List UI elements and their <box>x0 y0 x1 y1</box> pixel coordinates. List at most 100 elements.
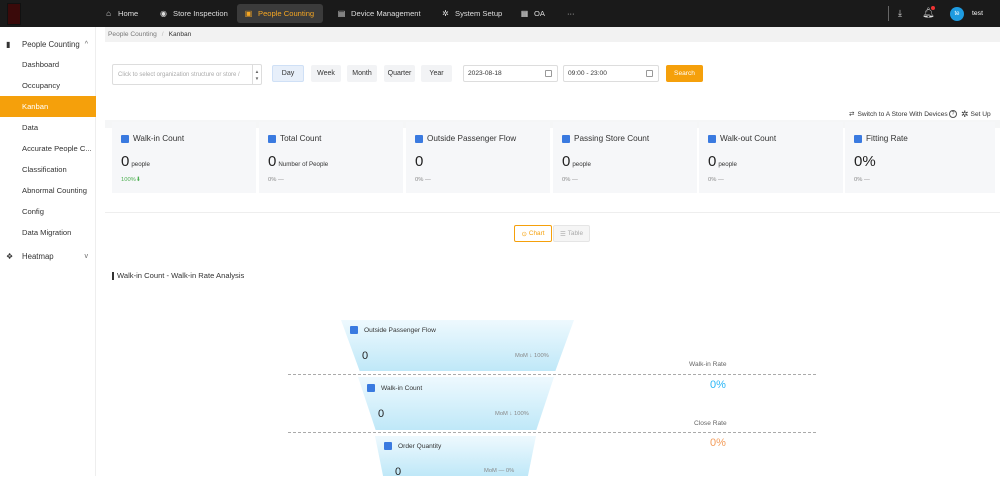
user-name: test <box>972 10 983 17</box>
walk-in-rate-label: Walk-in Rate <box>689 361 727 368</box>
kpi-title: Walk-in Count <box>121 134 184 143</box>
stage-label: Order Quantity <box>384 442 441 450</box>
period-week-button[interactable]: Week <box>311 65 341 82</box>
kpi-value-number: 0 <box>562 153 571 170</box>
analysis-title: Walk-in Count - Walk-in Rate Analysis <box>112 272 244 280</box>
calendar-icon: ▦ <box>520 9 529 18</box>
breadcrumb-parent[interactable]: People Counting <box>108 31 157 38</box>
home-icon: ⌂ <box>106 9 111 18</box>
help-button[interactable]: ? <box>949 109 957 119</box>
people-icon <box>384 442 392 450</box>
stage-value: 0 <box>362 350 369 362</box>
period-day-button[interactable]: Day <box>272 65 304 82</box>
sidebar-item-dashboard[interactable]: Dashboard <box>0 54 96 75</box>
close-rate-label: Close Rate <box>694 420 727 427</box>
kpi-trend: 0% — <box>854 177 870 183</box>
top-navigation-bar: ⌂ Home ◉ Store Inspection ▣ People Count… <box>0 0 1000 27</box>
chart-view-button[interactable]: ⊙ Chart <box>514 225 552 242</box>
stage-mom: MoM ↓ 100% <box>495 411 529 417</box>
nav-oa[interactable]: ▦ OA <box>513 4 552 23</box>
kpi-title-text: Passing Store Count <box>574 134 650 143</box>
kpi-value-number: 0 <box>415 153 424 170</box>
shirt-icon <box>854 134 862 143</box>
set-up-label: Set Up <box>970 110 991 118</box>
device-icon: ▤ <box>337 9 346 18</box>
kpi-trend: 0% — <box>708 177 724 183</box>
nav-home[interactable]: ⌂ Home <box>97 4 145 23</box>
kpi-title: Walk-out Count <box>708 134 776 143</box>
nav-store-inspection-label: Store Inspection <box>173 9 228 18</box>
sidebar-item-label: Dashboard <box>22 60 60 69</box>
nav-store-inspection[interactable]: ◉ Store Inspection <box>152 4 235 23</box>
sidebar-group-heatmap[interactable]: ❖ Heatmap v <box>0 246 96 266</box>
date-picker[interactable]: 2023-08-18 <box>463 65 558 82</box>
download-icon: ⤓ <box>898 8 902 18</box>
avatar: te <box>950 6 964 21</box>
kpi-value: 0 Number of People <box>268 153 328 170</box>
sidebar-item-classification[interactable]: Classification <box>0 159 96 180</box>
sidebar-item-label: Config <box>22 207 44 216</box>
kpi-value-number: 0 <box>121 153 130 170</box>
gear-icon: ✲ <box>442 9 449 18</box>
table-view-button[interactable]: ☰ Table <box>553 225 590 242</box>
help-icon: ? <box>949 110 957 118</box>
bar-chart-icon: ▮ <box>6 39 11 49</box>
table-icon: ☰ <box>559 230 566 238</box>
sidebar-item-label: Accurate People C... <box>22 144 92 153</box>
breadcrumb-separator: / <box>161 31 164 38</box>
notification-dot <box>931 6 935 10</box>
time-range-picker[interactable]: 09:00 - 23:00 <box>563 65 659 82</box>
search-button[interactable]: Search <box>666 65 703 82</box>
period-quarter-button[interactable]: Quarter <box>384 65 415 82</box>
sidebar-item-occupancy[interactable]: Occupancy <box>0 75 96 96</box>
sidebar-group-label: People Counting <box>22 39 80 49</box>
sidebar-group-label: Heatmap <box>22 251 54 261</box>
sidebar-item-kanban[interactable]: Kanban <box>0 96 96 117</box>
period-month-button[interactable]: Month <box>347 65 377 82</box>
org-select-stepper[interactable]: ▲ ▼ <box>252 65 261 84</box>
set-up-button[interactable]: ✲ Set Up <box>961 109 991 119</box>
kpi-unit: people <box>131 161 150 168</box>
sidebar: ▮ People Counting ^ Dashboard Occupancy … <box>0 27 96 476</box>
funnel-divider <box>288 374 816 375</box>
stage-label: Outside Passenger Flow <box>350 326 436 334</box>
kpi-value-number: 0% <box>854 153 876 170</box>
kpi-title: Passing Store Count <box>562 134 649 143</box>
kpi-card-total-count: Total Count 0 Number of People 0% — <box>259 122 403 193</box>
kpi-title-text: Walk-in Count <box>133 134 185 143</box>
user-menu[interactable]: te test <box>950 0 983 27</box>
caret-down-icon: ▼ <box>254 75 260 81</box>
chart-view-label: Chart <box>528 230 545 237</box>
kpi-unit: people <box>718 161 737 168</box>
sidebar-item-config[interactable]: Config <box>0 201 96 222</box>
sidebar-group-people-counting[interactable]: ▮ People Counting ^ <box>0 34 96 54</box>
organization-select[interactable]: Click to select organization structure o… <box>112 64 262 85</box>
nav-device-management[interactable]: ▤ Device Management <box>330 4 428 23</box>
chart-icon: ⊙ <box>521 230 527 238</box>
camera-icon: ◉ <box>160 9 167 18</box>
nav-system-setup[interactable]: ✲ System Setup <box>434 4 509 23</box>
sidebar-item-data[interactable]: Data <box>0 117 96 138</box>
sidebar-item-accurate-people-counting[interactable]: Accurate People C... <box>0 138 96 159</box>
close-rate-value: 0% <box>710 437 726 449</box>
nav-more[interactable]: ··· <box>560 4 582 23</box>
sidebar-item-data-migration[interactable]: Data Migration <box>0 222 96 243</box>
nav-home-label: Home <box>118 9 139 18</box>
funnel-divider <box>288 432 816 433</box>
grid-icon <box>367 384 375 392</box>
download-button[interactable]: ⤓ <box>898 0 902 27</box>
kpi-value: 0% <box>854 153 878 170</box>
sidebar-item-abnormal-counting[interactable]: Abnormal Counting <box>0 180 96 201</box>
kpi-trend: 0% — <box>415 177 431 183</box>
calendar-icon <box>545 70 552 77</box>
kpi-value: 0 people <box>562 153 591 170</box>
nav-people-counting[interactable]: ▣ People Counting <box>237 4 323 23</box>
notifications-button[interactable]: 🔔︎ <box>922 0 935 27</box>
sidebar-item-label: Data Migration <box>22 228 72 237</box>
switch-store-link[interactable]: ⇄ Switch to A Store With Devices <box>849 109 948 119</box>
period-year-button[interactable]: Year <box>421 65 452 82</box>
switch-store-label: Switch to A Store With Devices <box>857 110 948 118</box>
kpi-trend: 100%⬇ <box>121 177 141 183</box>
sidebar-item-label: Kanban <box>22 102 49 111</box>
kpi-card-passing-store-count: Passing Store Count 0 people 0% — <box>553 122 697 193</box>
